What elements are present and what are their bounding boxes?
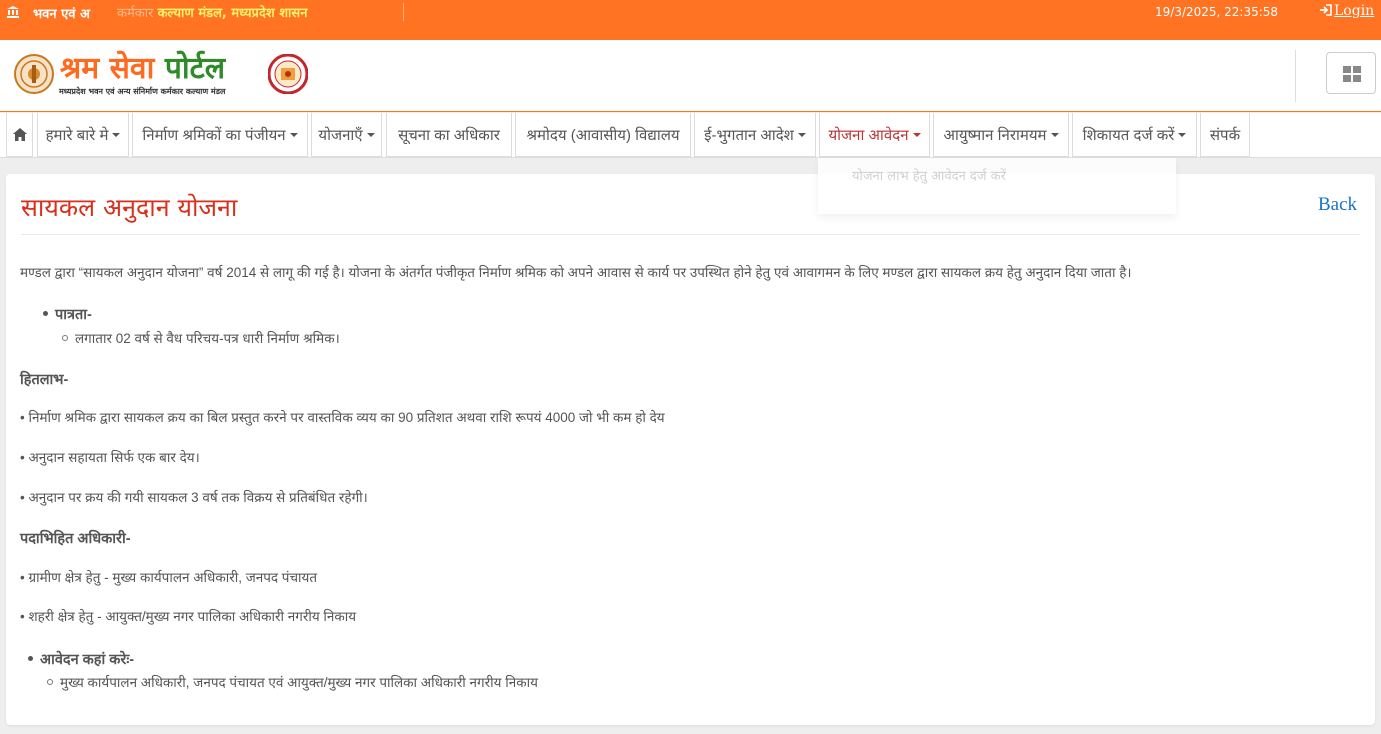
nav-schemes-label: योजनाएँ: [318, 126, 363, 144]
nav-about-label: हमारे बारे मे: [45, 126, 109, 144]
nav-scheme-application-label: योजना आवेदन: [828, 126, 909, 144]
nav-scheme-application[interactable]: योजना आवेदन: [819, 113, 930, 157]
caret-down-icon: [1178, 132, 1187, 137]
news-ticker: कर्मकार कल्याण मंडल, मध्यप्रदेश शासन: [117, 3, 404, 21]
caret-down-icon: [112, 132, 121, 137]
caret-down-icon: [1050, 132, 1059, 137]
nav-registration-label: निर्माण श्रमिकों का पंजीयन: [142, 126, 286, 144]
apply-item: मुख्य कार्यपालन अधिकारी, जनपद पंचायत एवं…: [60, 675, 538, 690]
nav-contact[interactable]: संपर्क: [1200, 113, 1250, 157]
ticker-faded-text: कर्मकार: [117, 6, 154, 21]
eligibility-heading: पात्रता-: [55, 307, 92, 323]
board-seal-logo: [268, 54, 308, 94]
bullet-disc: [43, 311, 48, 316]
intro-paragraph: मण्डल द्वारा “सायकल अनुदान योजना” वर्ष 2…: [20, 265, 1132, 280]
nav-ayushman-label: आयुष्मान निरामयम: [943, 126, 1047, 144]
nav-home[interactable]: [6, 113, 33, 157]
site-header: श्रम सेवा पोर्टल मध्यप्रदेश भवन एवं अन्य…: [0, 40, 1381, 112]
nav-e-payment-label: ई-भुगतान आदेश: [704, 126, 794, 144]
benefit-item: • अनुदान सहायता सिर्फ एक बार देय।: [20, 450, 200, 465]
bullet-circle: [47, 679, 53, 685]
bullet-disc: [28, 656, 33, 661]
login-link[interactable]: Login: [1319, 3, 1374, 19]
current-datetime: 19/3/2025, 22:35:58: [1155, 5, 1279, 19]
login-label: Login: [1334, 3, 1375, 19]
benefit-heading: हितलाभ-: [20, 372, 69, 388]
brand-title[interactable]: श्रम सेवा पोर्टल: [60, 52, 225, 86]
nav-complaint-label: शिकायत दर्ज करें: [1082, 126, 1175, 144]
nav-about[interactable]: हमारे बारे मे: [37, 113, 129, 157]
main-navigation: हमारे बारे मे निर्माण श्रमिकों का पंजीयन…: [0, 113, 1381, 158]
back-link[interactable]: Back: [1318, 194, 1357, 216]
benefit-item: • अनुदान पर क्रय की गयी सायकल 3 वर्ष तक …: [20, 490, 368, 505]
caret-down-icon: [366, 132, 375, 137]
nav-contact-label: संपर्क: [1209, 126, 1241, 144]
eligibility-item: लगातार 02 वर्ष से वैध परिचय-पत्र धारी नि…: [75, 331, 340, 346]
brand-subtitle: मध्यप्रदेश भवन एवं अन्य संनिर्माण कर्मका…: [59, 87, 226, 96]
nav-rti[interactable]: सूचना का अधिकार: [386, 113, 512, 157]
nav-ayushman[interactable]: आयुष्मान निरामयम: [933, 113, 1069, 157]
ticker-lead-text: भवन एवं अ: [33, 7, 90, 22]
officer-heading: पदाभिहित अधिकारी-: [20, 531, 131, 547]
nav-registration[interactable]: निर्माण श्रमिकों का पंजीयन: [132, 113, 308, 157]
officer-item: • ग्रामीण क्षेत्र हेतु - मुख्य कार्यपालन…: [20, 570, 318, 585]
nav-schemes[interactable]: योजनाएँ: [311, 113, 382, 157]
nav-shramodaya-label: श्रमोदय (आवासीय) विद्यालय: [526, 126, 680, 144]
mp-emblem-logo[interactable]: [14, 54, 54, 94]
brand-part-1: श्रम सेवा: [60, 51, 155, 86]
caret-down-icon: [912, 132, 921, 137]
nav-shramodaya-school[interactable]: श्रमोदय (आवासीय) विद्यालय: [515, 113, 691, 157]
title-divider: [21, 234, 1360, 235]
home-icon: [12, 128, 27, 141]
scheme-application-dropdown: योजना लाभ हेतु आवेदन दर्ज करें: [818, 158, 1176, 214]
institution-icon: [7, 6, 19, 18]
sign-in-icon: [1320, 4, 1332, 16]
page-title: सायकल अनुदान योजना: [21, 193, 238, 222]
apps-grid-button[interactable]: [1326, 52, 1376, 94]
dropdown-item-apply-benefit[interactable]: योजना लाभ हेतु आवेदन दर्ज करें: [852, 166, 1006, 184]
nav-rti-label: सूचना का अधिकार: [398, 126, 500, 144]
caret-down-icon: [797, 132, 806, 137]
nav-complaint[interactable]: शिकायत दर्ज करें: [1072, 113, 1197, 157]
nav-e-payment[interactable]: ई-भुगतान आदेश: [694, 113, 816, 157]
officer-item: • शहरी क्षेत्र हेतु - आयुक्त/मुख्य नगर प…: [20, 609, 357, 624]
benefit-item: • निर्माण श्रमिक द्वारा सायकल क्रय का बि…: [20, 410, 665, 425]
apply-heading: आवेदन कहां करेः-: [40, 652, 135, 668]
bullet-circle: [62, 335, 68, 341]
content-card: सायकल अनुदान योजना Back मण्डल द्वारा “सा…: [6, 174, 1375, 725]
header-divider: [1295, 50, 1296, 102]
brand-part-2: पोर्टल: [164, 51, 226, 86]
ticker-highlight-text: कल्याण मंडल, मध्यप्रदेश शासन: [157, 6, 308, 21]
caret-down-icon: [289, 132, 298, 137]
top-bar: भवन एवं अ कर्मकार कल्याण मंडल, मध्यप्रदे…: [0, 0, 1381, 40]
